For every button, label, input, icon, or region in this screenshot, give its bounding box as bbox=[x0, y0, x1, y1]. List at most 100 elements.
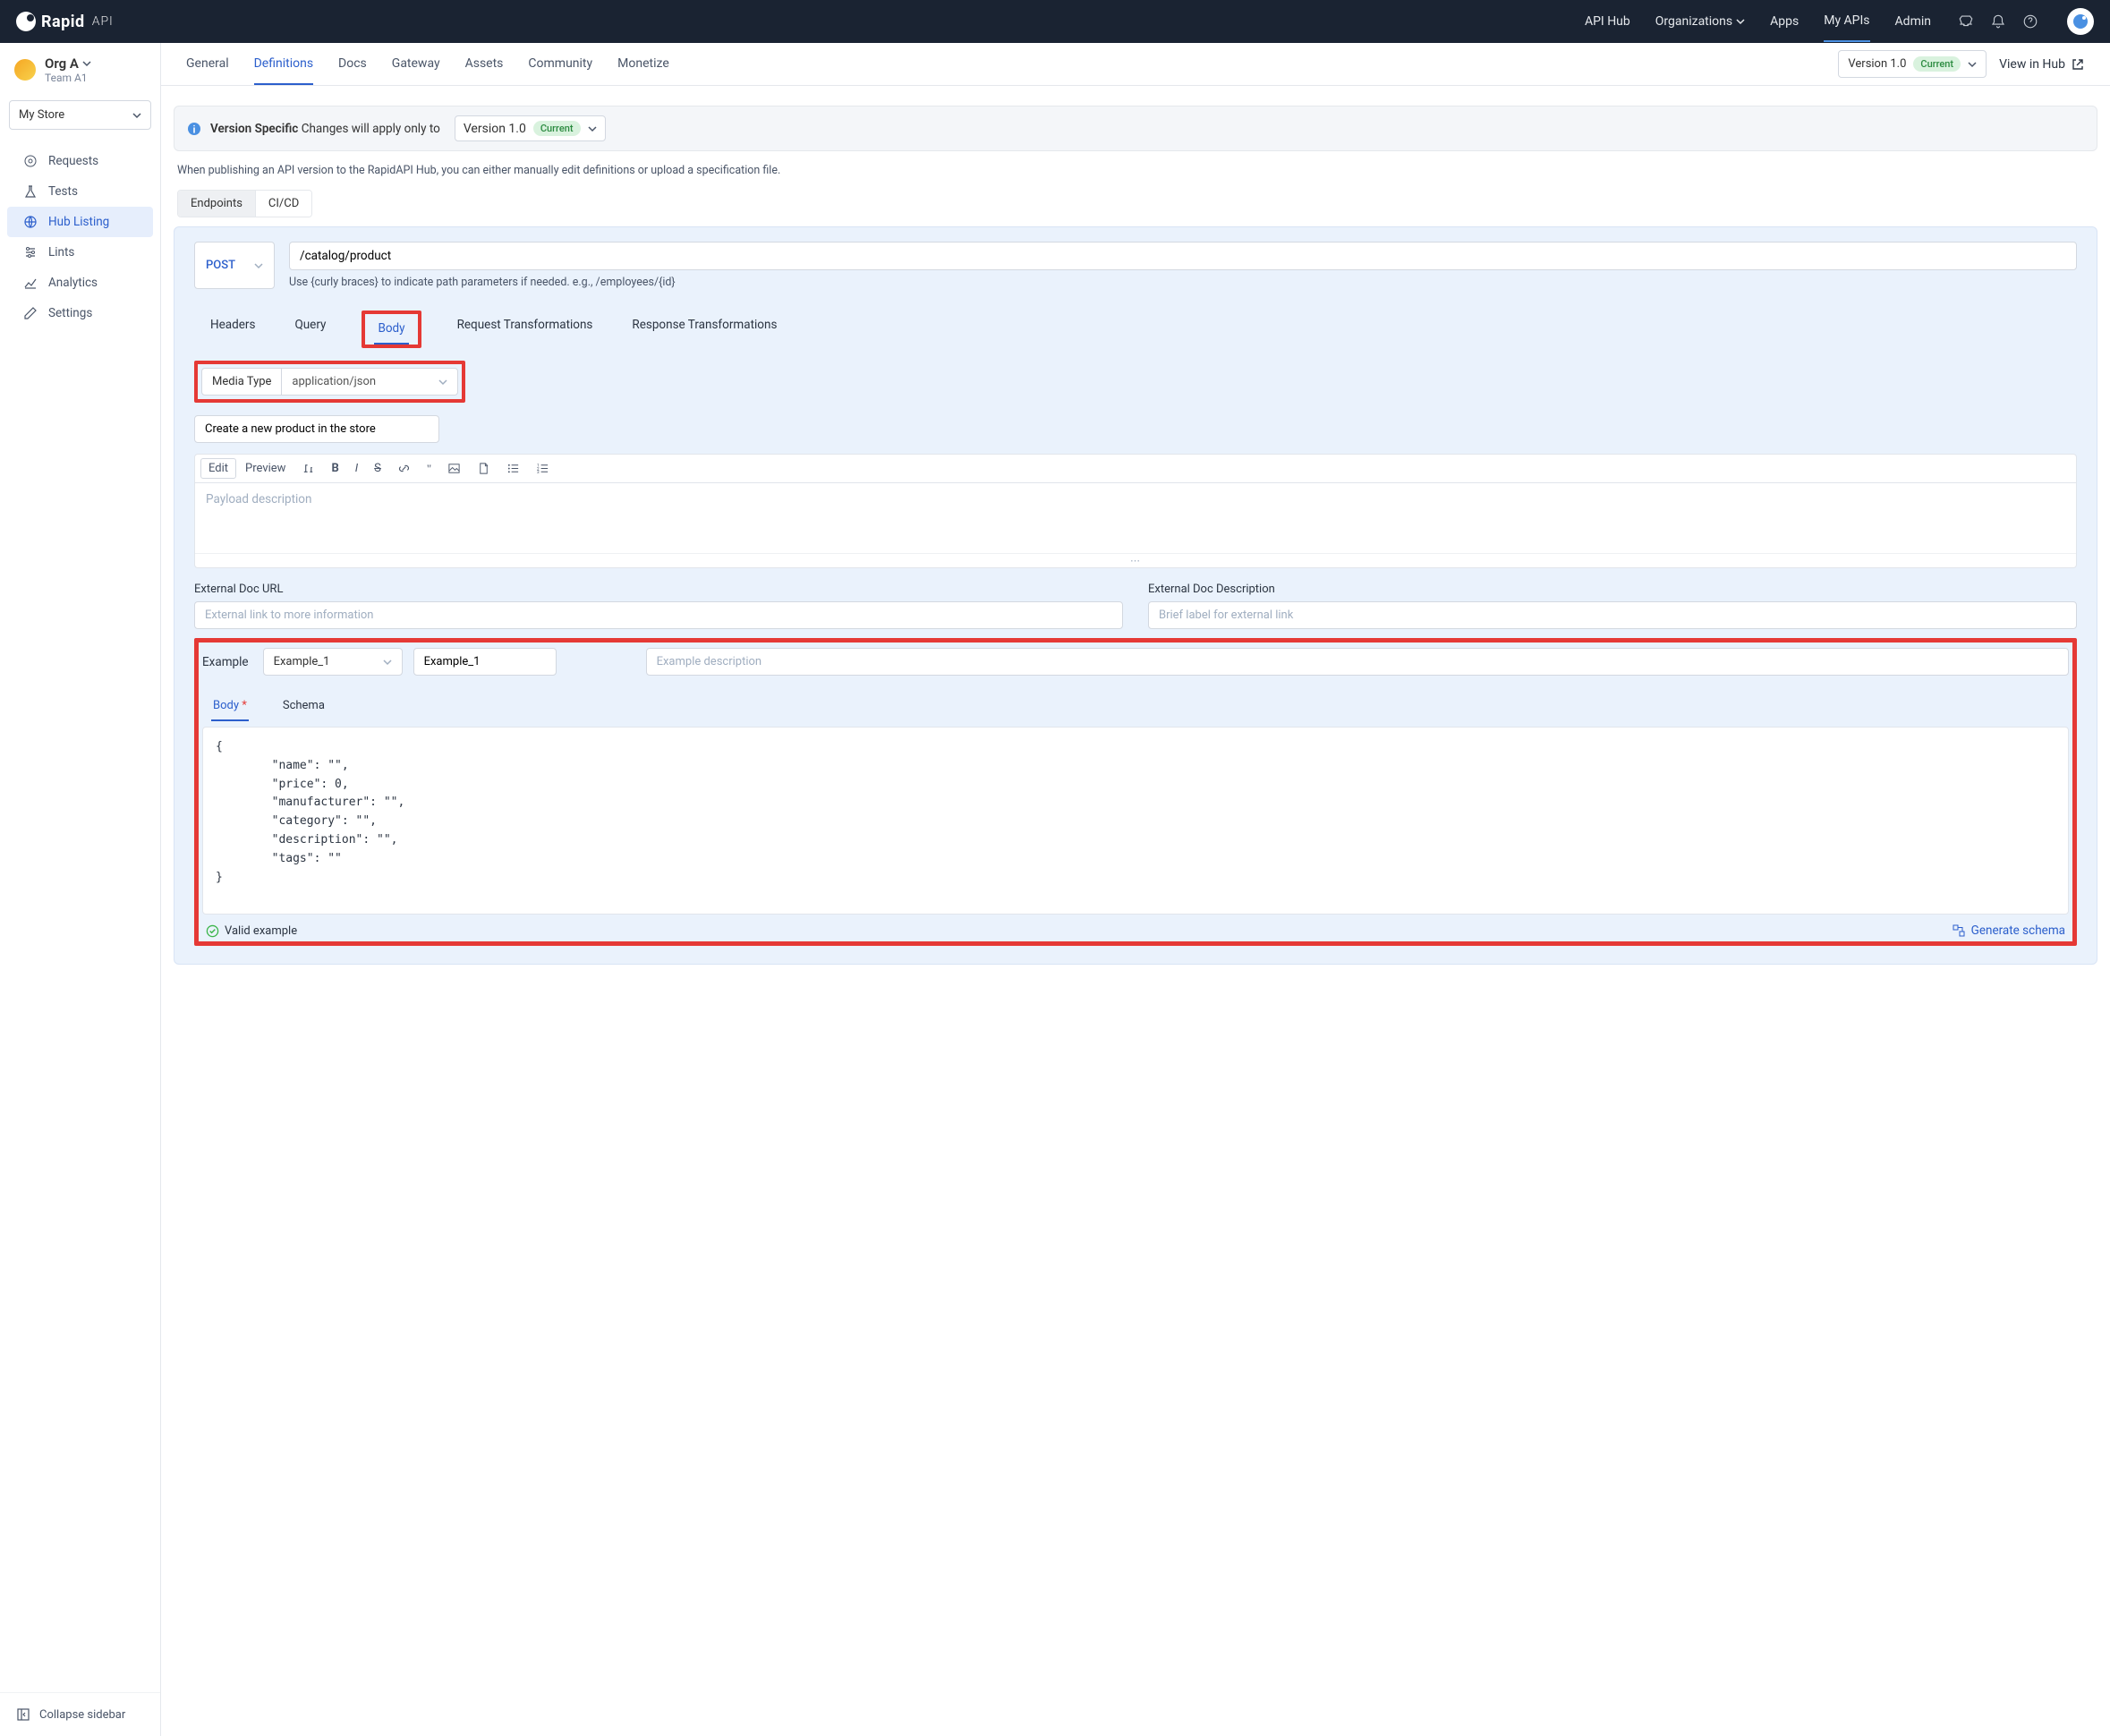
sidebar-item-tests[interactable]: Tests bbox=[7, 176, 153, 207]
external-doc-desc-col: External Doc Description bbox=[1148, 583, 2077, 629]
view-in-hub[interactable]: View in Hub bbox=[1999, 57, 2085, 72]
version-label: Version 1.0 bbox=[1848, 57, 1906, 71]
strikethrough-icon[interactable]: S bbox=[367, 459, 388, 478]
nav-admin[interactable]: Admin bbox=[1895, 2, 1931, 41]
subtab-query[interactable]: Query bbox=[291, 311, 329, 348]
editor-toolbar: Edit Preview B I S " 123 bbox=[195, 455, 2076, 483]
pill-endpoints[interactable]: Endpoints bbox=[178, 191, 256, 217]
payload-editor: Edit Preview B I S " 123 Payload descrip… bbox=[194, 454, 2077, 568]
sidebar-item-label: Tests bbox=[48, 184, 78, 199]
quote-icon[interactable]: " bbox=[420, 459, 438, 479]
editor-body[interactable]: Payload description bbox=[195, 483, 2076, 553]
collapse-label: Collapse sidebar bbox=[39, 1708, 125, 1722]
editor-edit-button[interactable]: Edit bbox=[200, 458, 236, 479]
tab-assets[interactable]: Assets bbox=[465, 43, 504, 85]
org-logo-icon bbox=[14, 59, 36, 81]
example-body-code[interactable]: { "name": "", "price": 0, "manufacturer"… bbox=[202, 727, 2069, 915]
example-select[interactable]: Example_1 bbox=[263, 648, 403, 676]
avatar[interactable] bbox=[2067, 8, 2094, 35]
subtab-headers[interactable]: Headers bbox=[207, 311, 259, 348]
brand-suffix: API bbox=[92, 14, 114, 29]
bell-icon[interactable] bbox=[1990, 13, 2006, 30]
subtab-body[interactable]: Body bbox=[374, 314, 408, 345]
store-select[interactable]: My Store bbox=[9, 100, 151, 130]
view-hub-label: View in Hub bbox=[1999, 57, 2065, 72]
banner-version-select[interactable]: Version 1.0 Current bbox=[455, 115, 606, 141]
file-icon[interactable] bbox=[470, 459, 498, 478]
sidebar-item-requests[interactable]: Requests bbox=[7, 146, 153, 176]
pill-cicd[interactable]: CI/CD bbox=[256, 191, 311, 217]
example-description-input[interactable] bbox=[646, 648, 2069, 676]
current-badge: Current bbox=[1913, 56, 1961, 72]
sidebar-item-hub-listing[interactable]: Hub Listing bbox=[7, 207, 153, 237]
method-select[interactable]: POST bbox=[194, 242, 275, 289]
sidebar-item-label: Settings bbox=[48, 306, 92, 320]
italic-icon[interactable]: I bbox=[348, 459, 365, 478]
link-icon[interactable] bbox=[390, 459, 418, 478]
org-selector[interactable]: Org A Team A1 bbox=[0, 43, 160, 93]
example-label: Example bbox=[202, 655, 249, 669]
bs-tab-body[interactable]: Body * bbox=[211, 692, 249, 721]
generate-schema-button[interactable]: Generate schema bbox=[1952, 923, 2065, 938]
pencil-icon bbox=[23, 306, 38, 320]
tab-general[interactable]: General bbox=[186, 43, 229, 85]
nav-organizations[interactable]: Organizations bbox=[1655, 2, 1745, 41]
tab-gateway[interactable]: Gateway bbox=[392, 43, 440, 85]
main: General Definitions Docs Gateway Assets … bbox=[161, 43, 2110, 1736]
svg-text:3: 3 bbox=[537, 470, 540, 475]
code-footer: Valid example Generate schema bbox=[202, 923, 2069, 938]
media-type-label: Media Type bbox=[201, 368, 282, 396]
tab-definitions[interactable]: Definitions bbox=[254, 43, 313, 85]
avatar-inner-icon bbox=[2073, 14, 2088, 29]
version-banner: Version Specific Changes will apply only… bbox=[174, 106, 2097, 151]
tab-monetize[interactable]: Monetize bbox=[617, 43, 669, 85]
example-name-input[interactable] bbox=[413, 648, 557, 676]
chevron-down-icon bbox=[438, 378, 447, 387]
globe-icon bbox=[23, 215, 38, 229]
endpoint-editor: POST Use {curly braces} to indicate path… bbox=[174, 226, 2097, 965]
collapse-sidebar[interactable]: Collapse sidebar bbox=[0, 1692, 160, 1736]
nav-my-apis[interactable]: My APIs bbox=[1824, 1, 1869, 42]
short-description-input[interactable] bbox=[194, 415, 439, 443]
sidebar: Org A Team A1 My Store Requests Tests Hu… bbox=[0, 43, 161, 1736]
tab-community[interactable]: Community bbox=[528, 43, 592, 85]
path-input[interactable] bbox=[289, 242, 2077, 270]
ol-icon[interactable]: 123 bbox=[529, 459, 557, 478]
chevron-down-icon bbox=[1736, 17, 1745, 26]
banner-text: Version Specific Changes will apply only… bbox=[210, 122, 440, 136]
text-size-icon[interactable] bbox=[294, 459, 322, 478]
help-icon[interactable] bbox=[2022, 13, 2038, 30]
bold-icon[interactable]: B bbox=[324, 459, 345, 478]
inbox-icon[interactable] bbox=[1958, 13, 1974, 30]
nav-apps[interactable]: Apps bbox=[1770, 2, 1799, 41]
chevron-down-icon bbox=[132, 111, 141, 120]
brand: Rapid API bbox=[16, 12, 114, 31]
flask-icon bbox=[23, 184, 38, 199]
main-tabs-row: General Definitions Docs Gateway Assets … bbox=[161, 43, 2110, 86]
check-circle-icon bbox=[206, 924, 219, 938]
sidebar-item-analytics[interactable]: Analytics bbox=[7, 268, 153, 298]
subtab-request-transformations[interactable]: Request Transformations bbox=[454, 311, 597, 348]
ul-icon[interactable] bbox=[499, 459, 527, 478]
ext-url-input[interactable] bbox=[194, 601, 1123, 629]
brand-logo-icon bbox=[16, 12, 36, 31]
media-type-select[interactable]: application/json bbox=[282, 368, 458, 396]
bs-tab-schema[interactable]: Schema bbox=[281, 692, 327, 721]
top-header: Rapid API API Hub Organizations Apps My … bbox=[0, 0, 2110, 43]
ext-desc-input[interactable] bbox=[1148, 601, 2077, 629]
sliders-icon bbox=[23, 245, 38, 260]
tab-docs[interactable]: Docs bbox=[338, 43, 367, 85]
version-dropdown[interactable]: Version 1.0 Current bbox=[1838, 50, 1987, 78]
nav-api-hub[interactable]: API Hub bbox=[1585, 2, 1630, 41]
editor-resize-handle[interactable]: ⋯ bbox=[195, 553, 2076, 567]
bs-tab-body-label: Body bbox=[213, 699, 239, 712]
subtab-response-transformations[interactable]: Response Transformations bbox=[628, 311, 780, 348]
sidebar-item-label: Lints bbox=[48, 245, 74, 260]
valid-status: Valid example bbox=[206, 924, 297, 938]
chevron-down-icon bbox=[1968, 60, 1977, 69]
sidebar-item-lints[interactable]: Lints bbox=[7, 237, 153, 268]
sidebar-item-settings[interactable]: Settings bbox=[7, 298, 153, 328]
editor-preview-button[interactable]: Preview bbox=[238, 459, 293, 478]
schema-icon bbox=[1952, 923, 1966, 938]
image-icon[interactable] bbox=[440, 459, 468, 478]
